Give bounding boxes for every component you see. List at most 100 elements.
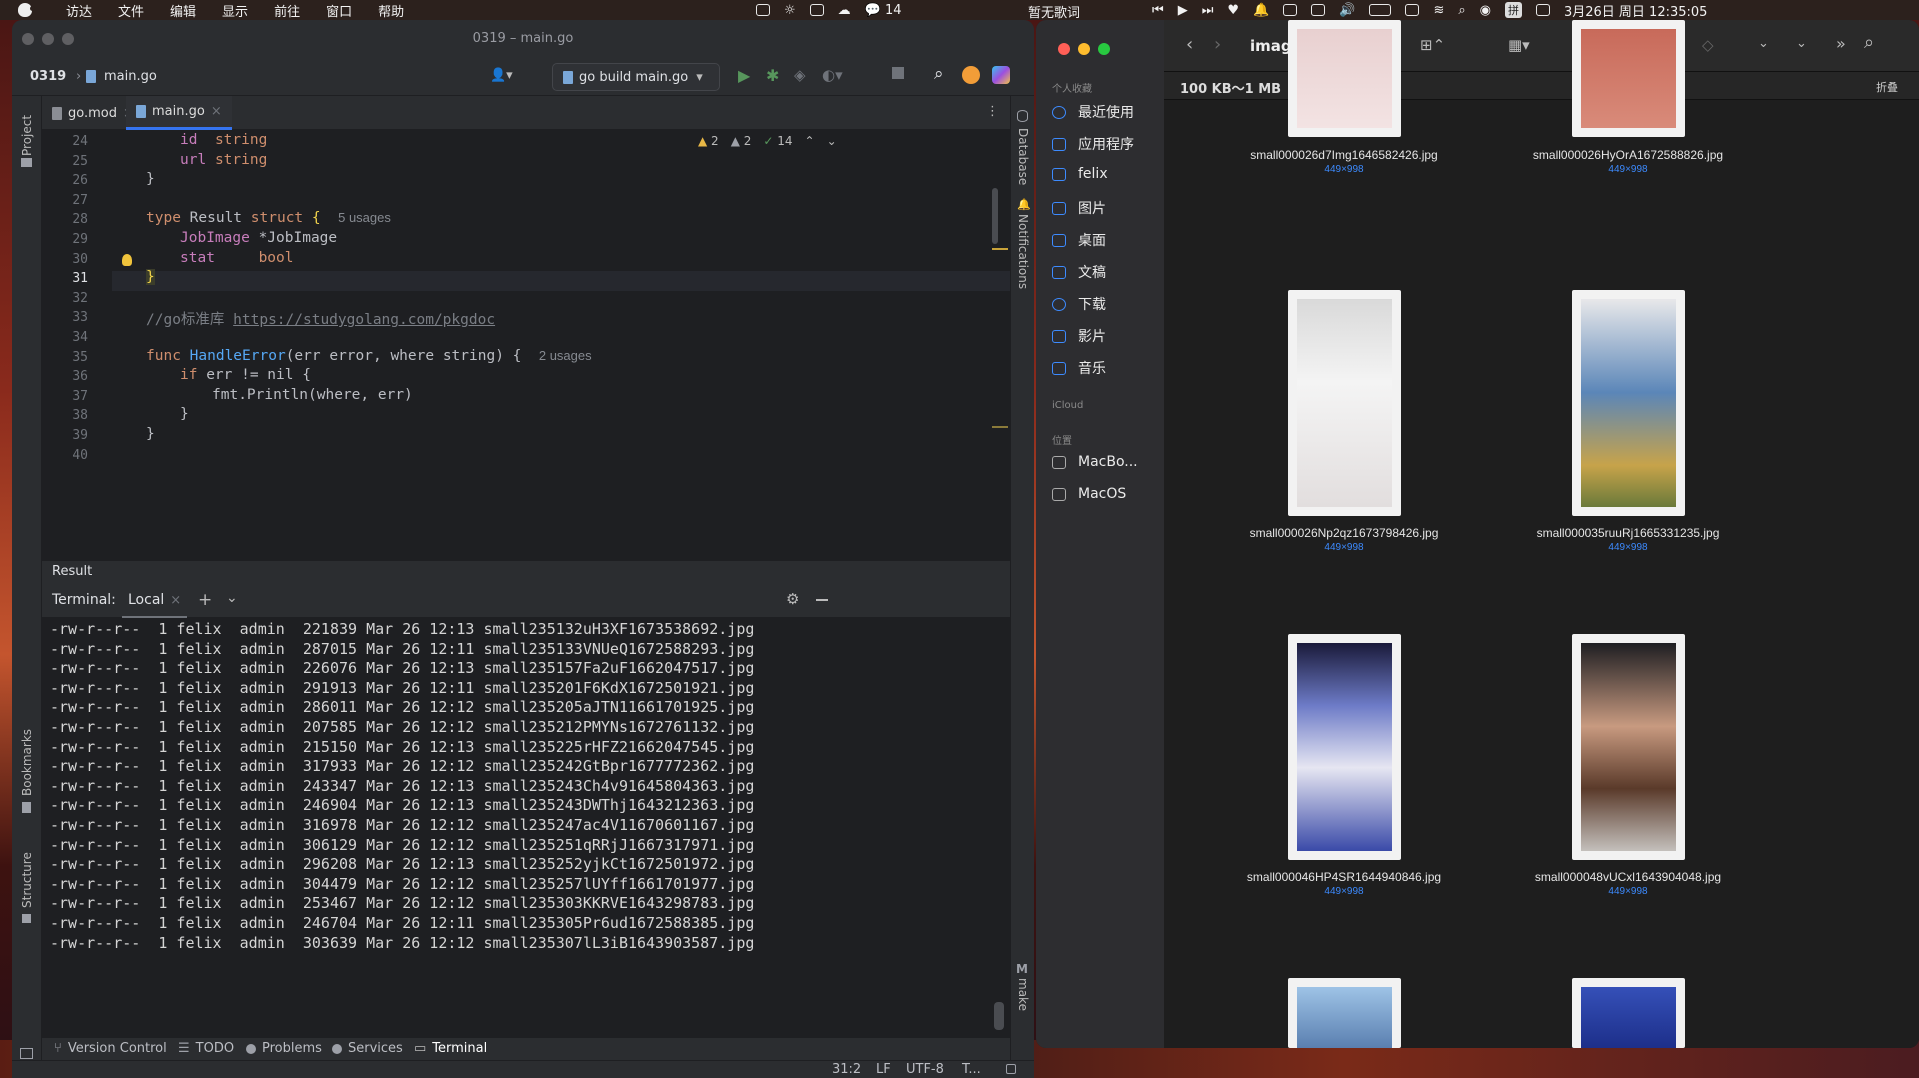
file-name[interactable]: small000026HyOrA1672588826.jpg xyxy=(1508,148,1748,162)
todo-tab[interactable]: ☰ TODO xyxy=(178,1041,234,1056)
minimize-icon[interactable] xyxy=(816,599,828,601)
comment-link[interactable]: https://studygolang.com/pkgdoc xyxy=(233,312,495,328)
usages-hint[interactable]: 2 usages xyxy=(539,348,592,363)
sidebar-item-recents[interactable]: 最近使用 xyxy=(1052,102,1134,122)
code-editor[interactable]: 24 25 26 27 28 29 30 31 32 33 34 35 36 3… xyxy=(42,130,1010,560)
profile-icon[interactable]: ◐▾ xyxy=(822,66,843,84)
search-icon[interactable]: ⌕ xyxy=(1864,32,1874,53)
terminal-tab-local[interactable]: Local × xyxy=(122,584,188,618)
lock-icon[interactable] xyxy=(1006,1064,1016,1074)
play-icon[interactable]: ▶ xyxy=(1178,3,1188,18)
clipboard-icon[interactable] xyxy=(1283,4,1298,16)
sidebar-item-music[interactable]: 音乐 xyxy=(1052,358,1106,378)
result-label[interactable]: Result xyxy=(52,564,92,579)
services-tab[interactable]: Services xyxy=(332,1041,403,1056)
tab-main-go[interactable]: main.go × xyxy=(126,96,232,130)
file-thumbnail[interactable] xyxy=(1288,290,1401,516)
display-icon[interactable] xyxy=(1311,4,1326,16)
file-thumbnail[interactable] xyxy=(1572,20,1685,137)
wifi-icon[interactable]: ≋ xyxy=(1433,3,1444,18)
more-toolbar-icon[interactable]: » xyxy=(1836,34,1846,53)
file-name[interactable]: small000035ruuRj1665331235.jpg xyxy=(1508,526,1748,540)
sidebar-item-desktop[interactable]: 桌面 xyxy=(1052,230,1106,250)
size-filter-label[interactable]: 100 KB～1 MB xyxy=(1180,78,1281,97)
editor-scrollbar[interactable] xyxy=(992,188,998,244)
project-tool-tab[interactable]: Project xyxy=(20,115,34,156)
sidebar-item-applications[interactable]: 应用程序 xyxy=(1052,134,1134,154)
chevron-down-icon[interactable]: ⌄ xyxy=(226,590,238,606)
inspection-widget[interactable]: ▲ 2 ▲ 2 ✓ 14 ⌃ ⌄ xyxy=(698,134,837,148)
close-icon[interactable]: × xyxy=(170,593,181,608)
menu-view[interactable]: 显示 xyxy=(222,1,248,20)
heart-icon[interactable]: ♥ xyxy=(1227,3,1239,18)
sidebar-item-macos-disk[interactable]: MacOS xyxy=(1052,486,1126,502)
wechat-icon[interactable]: 💬 14 xyxy=(865,3,916,18)
file-thumbnail[interactable] xyxy=(1288,20,1401,137)
chevron-down-icon[interactable]: ⌄ xyxy=(1758,36,1769,51)
finder-icon-grid[interactable]: small000026d7Img1646582426.jpg 449×998 s… xyxy=(1164,20,1919,1048)
run-icon[interactable]: ▶ xyxy=(738,66,750,85)
apple-icon[interactable] xyxy=(18,3,35,17)
vcs-user-icon[interactable]: 👤▾ xyxy=(490,68,513,83)
chevron-down-icon[interactable]: ⌄ xyxy=(827,134,837,148)
tag-icon[interactable]: ◇ xyxy=(1702,36,1714,54)
menu-finder[interactable]: 访达 xyxy=(66,1,92,20)
forward-icon[interactable]: › xyxy=(1214,34,1221,55)
file-thumbnail[interactable] xyxy=(1572,978,1685,1048)
notification-bell-icon[interactable]: 🔔 xyxy=(1253,3,1269,18)
database-tool-tab[interactable]: Database xyxy=(1016,128,1030,185)
chevron-down-icon[interactable]: ⌄ xyxy=(1796,36,1807,51)
add-terminal-icon[interactable]: + xyxy=(198,590,212,610)
terminal-output[interactable]: -rw-r--r-- 1 felix admin 221839 Mar 26 1… xyxy=(42,618,1010,1038)
sidebar-item-movies[interactable]: 影片 xyxy=(1052,326,1106,346)
goland-logo-icon[interactable] xyxy=(992,66,1010,84)
menu-go[interactable]: 前往 xyxy=(274,1,300,20)
lightbulb-icon[interactable] xyxy=(122,254,132,266)
layout-icon[interactable] xyxy=(20,1048,33,1059)
screenshot-icon[interactable] xyxy=(809,4,824,16)
sidebar-item-pictures[interactable]: 图片 xyxy=(1052,198,1106,218)
line-separator[interactable]: LF xyxy=(876,1062,891,1077)
menu-edit[interactable]: 编辑 xyxy=(170,1,196,20)
breadcrumb-file[interactable]: main.go xyxy=(104,69,157,84)
file-name[interactable]: small000046HP4SR1644940846.jpg xyxy=(1224,870,1464,884)
usages-hint[interactable]: 5 usages xyxy=(338,210,391,225)
update-icon[interactable] xyxy=(962,66,980,84)
file-thumbnail[interactable] xyxy=(1288,634,1401,860)
brightness-icon[interactable]: ☼ xyxy=(784,3,796,18)
grid-view-icon[interactable]: ⊞⌃ xyxy=(1420,36,1445,54)
run-config-selector[interactable]: go build main.go ▾ xyxy=(552,63,720,91)
next-track-icon[interactable]: ⏭ xyxy=(1202,3,1214,18)
volume-icon[interactable]: 🔊 xyxy=(1339,3,1355,18)
file-encoding[interactable]: UTF-8 xyxy=(906,1062,944,1077)
menu-help[interactable]: 帮助 xyxy=(378,1,404,20)
debug-icon[interactable]: ✱ xyxy=(766,66,779,85)
back-icon[interactable]: ‹ xyxy=(1186,34,1193,55)
sidebar-item-downloads[interactable]: 下载 xyxy=(1052,294,1106,314)
terminal-scrollbar[interactable] xyxy=(994,1002,1004,1030)
chevron-up-icon[interactable]: ⌃ xyxy=(805,134,815,148)
sidebar-item-macbook[interactable]: MacBo... xyxy=(1052,454,1138,470)
stage-manager-icon[interactable] xyxy=(756,4,770,16)
weather-icon[interactable]: ☁ xyxy=(838,3,851,18)
file-thumbnail[interactable] xyxy=(1288,978,1401,1048)
version-control-tab[interactable]: ⑂ Version Control xyxy=(54,1041,167,1056)
close-window-button[interactable] xyxy=(1058,43,1070,55)
indent-setting[interactable]: T... xyxy=(962,1062,981,1077)
sidebar-item-documents[interactable]: 文稿 xyxy=(1052,262,1106,282)
zoom-window-button[interactable] xyxy=(1098,43,1110,55)
more-tabs-icon[interactable]: ⋮ xyxy=(986,104,999,119)
input-method[interactable]: 拼 xyxy=(1504,2,1522,18)
control-center-icon[interactable] xyxy=(1535,4,1550,16)
file-name[interactable]: small000026Np2qz1673798426.jpg xyxy=(1224,526,1464,540)
terminal-tool-tab[interactable]: ▭ Terminal xyxy=(414,1041,487,1056)
collapse-button[interactable]: 折叠 xyxy=(1876,79,1898,95)
lyrics-text[interactable]: 暂无歌词 xyxy=(1028,2,1080,21)
group-icon[interactable]: ▦▾ xyxy=(1508,36,1530,54)
structure-tool-tab[interactable]: Structure xyxy=(20,852,34,908)
problems-tab[interactable]: Problems xyxy=(246,1041,322,1056)
search-icon[interactable]: ⌕ xyxy=(934,64,944,84)
caret-position[interactable]: 31:2 xyxy=(832,1062,861,1077)
make-tool-tab[interactable]: make xyxy=(1016,978,1030,1011)
coverage-icon[interactable]: ◈ xyxy=(794,66,806,84)
